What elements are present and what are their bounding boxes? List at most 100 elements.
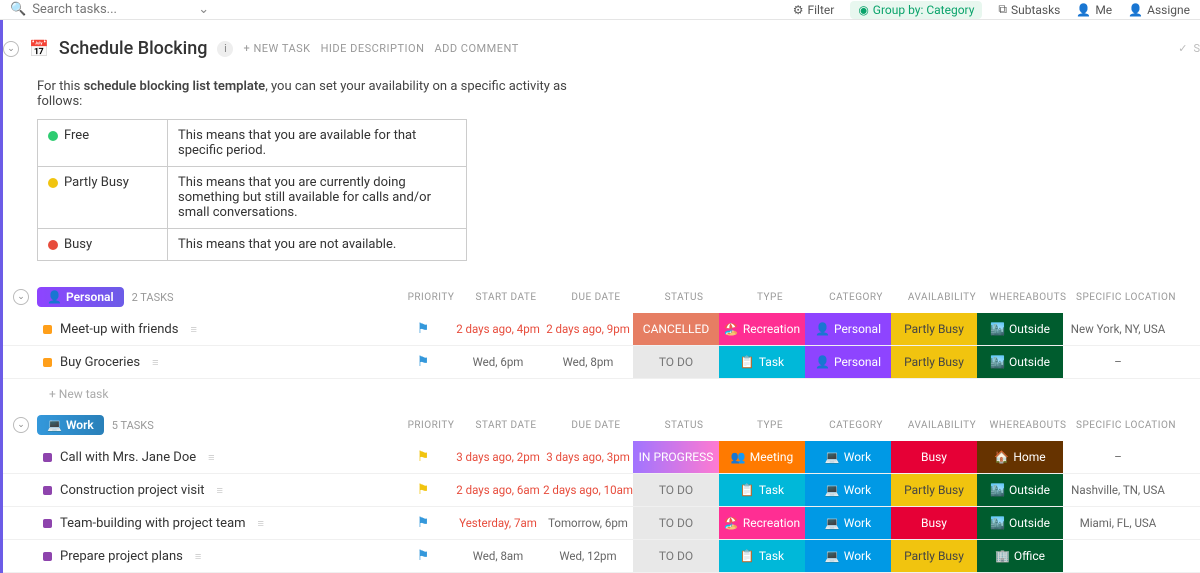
col-type: TYPE	[727, 420, 813, 431]
priority-flag-icon[interactable]: ⚑	[417, 482, 430, 498]
groupby-button[interactable]: ◉Group by: Category	[850, 1, 982, 19]
task-row[interactable]: Buy Groceries ≡ ⚑ Wed, 6pm Wed, 8pm TO D…	[3, 346, 1200, 379]
task-name: Prepare project plans	[60, 549, 183, 564]
availability-tag[interactable]: Partly Busy	[891, 474, 977, 506]
group-collapse[interactable]: ⌄	[13, 289, 29, 305]
me-button[interactable]: 👤Me	[1076, 3, 1112, 17]
category-tag[interactable]: 💻Work	[805, 474, 891, 506]
col-priority: PRIORITY	[401, 420, 461, 431]
type-tag[interactable]: 🏖️Recreation	[719, 507, 805, 539]
task-row[interactable]: Prepare project plans ≡ ⚑ Wed, 8am Wed, …	[3, 540, 1200, 573]
group-name: Work	[66, 418, 94, 432]
whereabouts-tag[interactable]: 🏙️Outside	[977, 346, 1063, 378]
start-date[interactable]: 2 days ago, 4pm	[453, 322, 543, 336]
category-tag[interactable]: 💻Work	[805, 507, 891, 539]
whereabouts-tag[interactable]: 🏙️Outside	[977, 474, 1063, 506]
priority-flag-icon[interactable]: ⚑	[417, 321, 430, 337]
task-row[interactable]: Call with Mrs. Jane Doe ≡ ⚑ 3 days ago, …	[3, 441, 1200, 474]
status-tag[interactable]: IN PROGRESS	[633, 441, 719, 473]
type-tag[interactable]: 🏖️Recreation	[719, 313, 805, 345]
status-square[interactable]	[43, 358, 52, 367]
col-availability: AVAILABILITY	[899, 420, 985, 431]
availability-tag[interactable]: Busy	[891, 441, 977, 473]
status-tag[interactable]: CANCELLED	[633, 313, 719, 345]
type-emoji: 🏖️	[724, 322, 739, 336]
whereabouts-tag[interactable]: 🏙️Outside	[977, 313, 1063, 345]
availability-tag[interactable]: Partly Busy	[891, 540, 977, 572]
availability-tag[interactable]: Partly Busy	[891, 346, 977, 378]
task-menu-icon[interactable]: ≡	[195, 550, 201, 563]
type-emoji: 📋	[740, 355, 755, 369]
status-square[interactable]	[43, 486, 52, 495]
availability-tag[interactable]: Partly Busy	[891, 313, 977, 345]
priority-flag-icon[interactable]: ⚑	[417, 548, 430, 564]
location-cell[interactable]: –	[1063, 355, 1173, 369]
status-square[interactable]	[43, 453, 52, 462]
location-cell[interactable]: New York, NY, USA	[1063, 322, 1173, 336]
whereabouts-tag[interactable]: 🏠Home	[977, 441, 1063, 473]
whereabouts-tag[interactable]: 🏙️Outside	[977, 507, 1063, 539]
group-pill[interactable]: 💻Work	[37, 415, 104, 435]
check-icon[interactable]: ✓	[1178, 42, 1187, 55]
page-title: Schedule Blocking	[59, 38, 208, 59]
status-square[interactable]	[43, 519, 52, 528]
priority-flag-icon[interactable]: ⚑	[417, 515, 430, 531]
status-tag[interactable]: TO DO	[633, 474, 719, 506]
assignee-button[interactable]: 👤Assigne	[1128, 3, 1190, 17]
chevron-down-icon[interactable]: ⌄	[198, 2, 209, 17]
start-date[interactable]: 3 days ago, 2pm	[453, 450, 543, 464]
group-collapse[interactable]: ⌄	[13, 417, 29, 433]
task-menu-icon[interactable]: ≡	[217, 484, 223, 497]
due-date[interactable]: Wed, 8pm	[543, 355, 633, 369]
status-square[interactable]	[43, 325, 52, 334]
subtasks-label: Subtasks	[1011, 3, 1060, 17]
type-tag[interactable]: 📋Task	[719, 540, 805, 572]
task-menu-icon[interactable]: ≡	[152, 356, 158, 369]
start-date[interactable]: 2 days ago, 6am	[453, 483, 543, 497]
whereabouts-tag[interactable]: 🏢Office	[977, 540, 1063, 572]
group-pill[interactable]: 👤Personal	[37, 287, 124, 307]
location-cell[interactable]: Miami, FL, USA	[1063, 516, 1173, 530]
due-date[interactable]: Wed, 12pm	[543, 549, 633, 563]
category-tag[interactable]: 👤Personal	[805, 313, 891, 345]
due-date[interactable]: Tomorrow, 6pm	[543, 516, 633, 530]
location-cell[interactable]: Nashville, TN, USA	[1063, 483, 1173, 497]
filter-button[interactable]: ⚙Filter	[793, 3, 835, 17]
category-tag[interactable]: 💻Work	[805, 540, 891, 572]
category-tag[interactable]: 💻Work	[805, 441, 891, 473]
task-menu-icon[interactable]: ≡	[208, 451, 214, 464]
type-tag[interactable]: 📋Task	[719, 474, 805, 506]
category-tag[interactable]: 👤Personal	[805, 346, 891, 378]
subtasks-button[interactable]: ⧉Subtasks	[998, 2, 1060, 17]
task-count: 2 TASKS	[132, 291, 174, 304]
task-menu-icon[interactable]: ≡	[190, 323, 196, 336]
task-menu-icon[interactable]: ≡	[258, 517, 264, 530]
task-row[interactable]: Team-building with project team ≡ ⚑ Yest…	[3, 507, 1200, 540]
start-date[interactable]: Wed, 8am	[453, 549, 543, 563]
type-tag[interactable]: 👥Meeting	[719, 441, 805, 473]
location-cell[interactable]: –	[1063, 450, 1173, 464]
collapse-toggle[interactable]: ⌄	[3, 41, 19, 57]
status-tag[interactable]: TO DO	[633, 507, 719, 539]
search-input[interactable]	[32, 2, 172, 17]
start-date[interactable]: Wed, 6pm	[453, 355, 543, 369]
type-tag[interactable]: 📋Task	[719, 346, 805, 378]
due-date[interactable]: 2 days ago, 9pm	[543, 322, 633, 336]
priority-flag-icon[interactable]: ⚑	[417, 354, 430, 370]
info-icon[interactable]: i	[217, 41, 233, 57]
task-row[interactable]: Meet-up with friends ≡ ⚑ 2 days ago, 4pm…	[3, 313, 1200, 346]
hide-desc-link[interactable]: HIDE DESCRIPTION	[321, 42, 425, 55]
wh-emoji: 🏢	[995, 549, 1010, 563]
new-task-link[interactable]: + NEW TASK	[243, 42, 310, 55]
priority-flag-icon[interactable]: ⚑	[417, 449, 430, 465]
start-date[interactable]: Yesterday, 7am	[453, 516, 543, 530]
new-task-row[interactable]: + New task	[3, 379, 1200, 409]
task-row[interactable]: Construction project visit ≡ ⚑ 2 days ag…	[3, 474, 1200, 507]
due-date[interactable]: 2 days ago, 10am	[543, 483, 633, 497]
availability-tag[interactable]: Busy	[891, 507, 977, 539]
add-comment-link[interactable]: ADD COMMENT	[434, 42, 518, 55]
status-tag[interactable]: TO DO	[633, 346, 719, 378]
status-tag[interactable]: TO DO	[633, 540, 719, 572]
group-name: Personal	[66, 290, 114, 304]
due-date[interactable]: 3 days ago, 3pm	[543, 450, 633, 464]
